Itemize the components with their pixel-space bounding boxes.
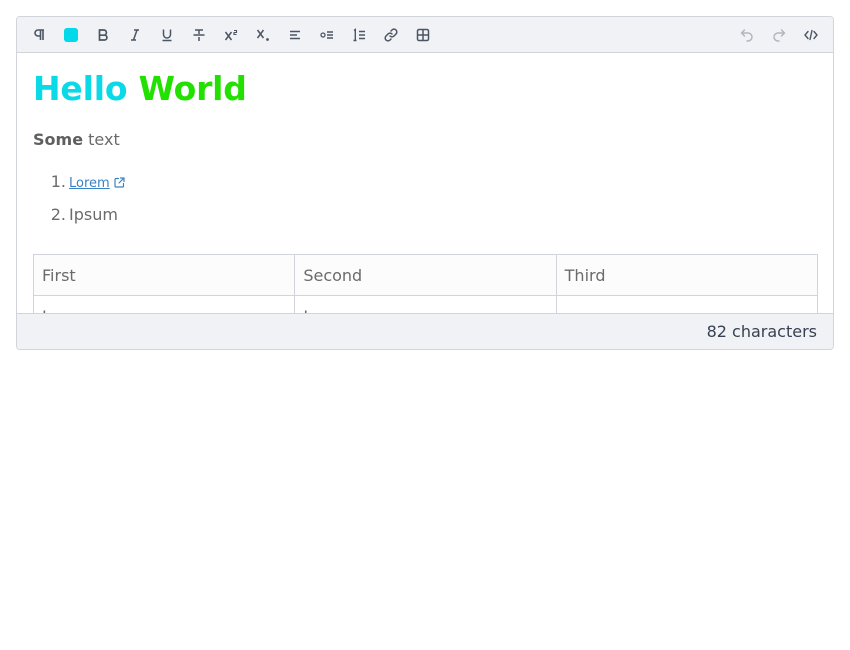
code-icon xyxy=(804,28,818,42)
table-header-cell[interactable]: Second xyxy=(294,254,557,296)
editor-toolbar xyxy=(17,17,833,53)
table-icon xyxy=(416,28,430,42)
ordered-list-icon xyxy=(352,28,366,42)
superscript-icon xyxy=(224,28,238,42)
bullet-list-icon xyxy=(320,28,334,42)
table-header-row: First Second Third xyxy=(32,254,819,296)
paragraph: Some text xyxy=(33,129,120,151)
heading-word-1: Hello xyxy=(33,69,128,108)
table-cell[interactable]: I xyxy=(32,295,296,313)
heading-word-2: World xyxy=(138,69,247,108)
paragraph-text: text xyxy=(83,130,120,149)
italic-button[interactable] xyxy=(124,24,146,46)
strikethrough-icon xyxy=(192,28,206,42)
strikethrough-button[interactable] xyxy=(188,24,210,46)
list-item-content: Lorem xyxy=(69,171,125,195)
bold-text: Some xyxy=(33,130,84,149)
undo-button[interactable] xyxy=(736,24,758,46)
paragraph-button[interactable] xyxy=(28,24,50,46)
pilcrow-icon xyxy=(32,28,46,42)
external-link-icon xyxy=(114,172,125,194)
rich-text-editor: Hello World Some text 1. Lorem 2. Ipsum … xyxy=(16,16,834,350)
text-color-button[interactable] xyxy=(60,24,82,46)
bullet-list-button[interactable] xyxy=(316,24,338,46)
color-swatch-icon xyxy=(64,28,78,42)
list-number: 1. xyxy=(50,172,66,191)
subscript-icon xyxy=(256,28,270,42)
undo-icon xyxy=(740,28,754,42)
table-button[interactable] xyxy=(412,24,434,46)
lorem-link[interactable]: Lorem xyxy=(69,176,110,191)
superscript-button[interactable] xyxy=(220,24,242,46)
list-item-content: Ipsum xyxy=(69,205,118,224)
table-row: I I xyxy=(32,295,819,313)
redo-button[interactable] xyxy=(768,24,790,46)
underline-icon xyxy=(160,28,174,42)
link-icon xyxy=(384,28,398,42)
align-left-icon xyxy=(288,28,302,42)
ordered-list-button[interactable] xyxy=(348,24,370,46)
status-bar: 82 characters xyxy=(17,313,833,349)
link-button[interactable] xyxy=(380,24,402,46)
content-table: First Second Third I I xyxy=(32,254,819,313)
source-code-button[interactable] xyxy=(800,24,822,46)
editor-content[interactable]: Hello World Some text 1. Lorem 2. Ipsum … xyxy=(17,53,833,313)
bold-button[interactable] xyxy=(92,24,114,46)
redo-icon xyxy=(772,28,786,42)
subscript-button[interactable] xyxy=(252,24,274,46)
align-left-button[interactable] xyxy=(284,24,306,46)
underline-button[interactable] xyxy=(156,24,178,46)
heading-space xyxy=(127,69,138,108)
table-header-cell[interactable]: First xyxy=(32,254,296,296)
table-cell[interactable]: I xyxy=(294,295,557,313)
italic-icon xyxy=(128,28,142,42)
character-count: 82 characters xyxy=(706,322,817,341)
table-cell[interactable] xyxy=(555,295,819,313)
list-number: 2. xyxy=(50,205,66,224)
table-header-cell[interactable]: Third xyxy=(555,254,819,296)
heading: Hello World xyxy=(33,69,247,109)
bold-icon xyxy=(96,28,110,42)
